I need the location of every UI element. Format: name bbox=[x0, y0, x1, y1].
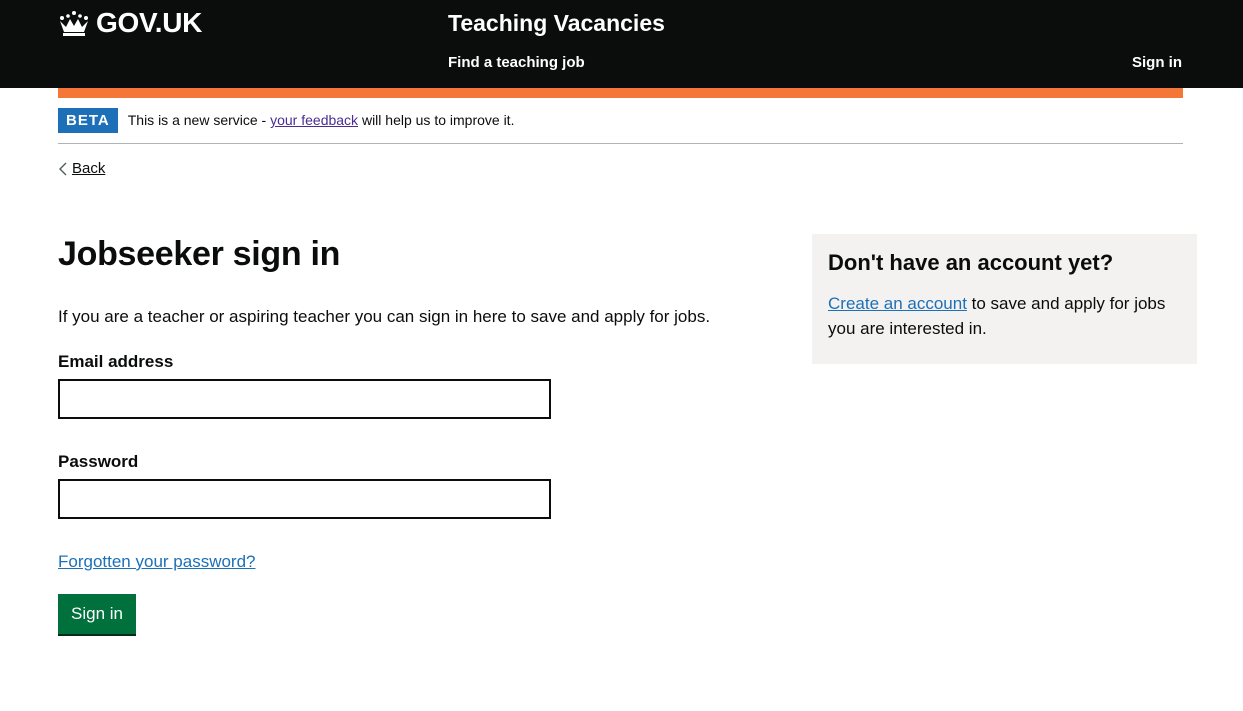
beta-tag: BETA bbox=[58, 108, 118, 133]
service-name-link[interactable]: Teaching Vacancies bbox=[448, 8, 665, 38]
forgotten-password-link[interactable]: Forgotten your password? bbox=[58, 550, 256, 574]
back-link-label: Back bbox=[72, 160, 106, 177]
chevron-left-icon bbox=[59, 162, 67, 176]
phase-banner-text: This is a new service - your feedback wi… bbox=[128, 108, 515, 133]
phase-banner: BETA This is a new service - your feedba… bbox=[58, 108, 1183, 144]
sign-in-button[interactable]: Sign in bbox=[58, 594, 136, 634]
header-accent-bar bbox=[58, 88, 1183, 98]
page-title: Jobseeker sign in bbox=[58, 235, 341, 273]
create-account-panel: Don't have an account yet? Create an acc… bbox=[812, 234, 1197, 364]
create-account-link[interactable]: Create an account bbox=[828, 294, 967, 313]
govuk-logo-text: GOV.UK bbox=[96, 7, 203, 38]
back-link[interactable]: Back bbox=[58, 158, 105, 180]
crown-icon bbox=[60, 11, 88, 36]
feedback-link[interactable]: your feedback bbox=[270, 112, 358, 128]
site-header: GOV.UK Teaching Vacancies Find a teachin… bbox=[0, 0, 1243, 88]
phase-text-before: This is a new service - bbox=[127, 112, 271, 128]
email-field[interactable] bbox=[58, 379, 551, 419]
intro-text: If you are a teacher or aspiring teacher… bbox=[58, 307, 711, 326]
nav-sign-in[interactable]: Sign in bbox=[1132, 53, 1182, 73]
password-label: Password bbox=[58, 452, 139, 471]
govuk-logo-link[interactable]: GOV.UK bbox=[58, 6, 202, 40]
nav-find-teaching-job[interactable]: Find a teaching job bbox=[448, 53, 585, 73]
create-account-text: Create an account to save and apply for … bbox=[828, 291, 1181, 341]
password-field[interactable] bbox=[58, 479, 551, 519]
email-label: Email address bbox=[58, 352, 174, 371]
create-account-heading: Don't have an account yet? bbox=[828, 250, 1114, 275]
phase-text-after: will help us to improve it. bbox=[358, 112, 515, 128]
